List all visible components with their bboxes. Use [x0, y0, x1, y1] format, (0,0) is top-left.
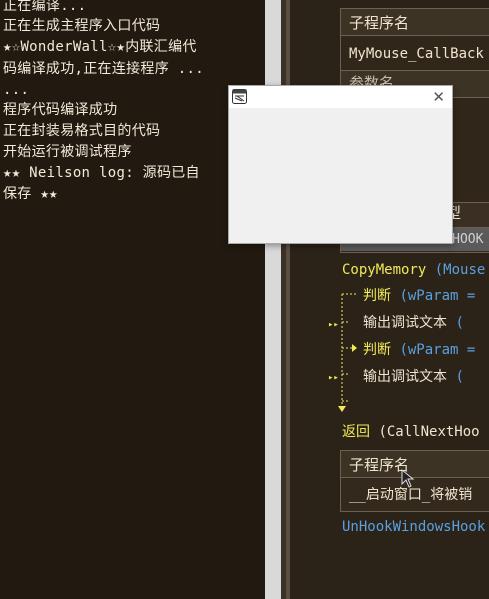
window-app-icon — [232, 89, 247, 104]
breakpoint-arrow-icon[interactable]: ▸▸ — [328, 369, 339, 387]
return-keyword: 返回 — [342, 424, 370, 440]
code-line-return[interactable]: 返回 (CallNextHoo — [342, 423, 480, 441]
output-line: 保存 ★★ — [3, 186, 58, 202]
function-name: CopyMemory — [342, 262, 427, 278]
output-line: ★★ Neilson log: 源码已自 — [3, 165, 200, 181]
output-line: 正在封装易格式目的代码 — [3, 123, 161, 139]
if-args: (wParam = — [399, 288, 476, 304]
output-line: 程序代码编译成功 — [3, 102, 118, 118]
code-line-debug-2[interactable]: 输出调试文本 ( — [363, 368, 464, 386]
if-keyword: 判断 — [363, 288, 391, 304]
debug-args: ( — [455, 315, 464, 331]
debug-call: 输出调试文本 — [363, 369, 447, 385]
code-line-if-1[interactable]: 判断 (wParam = — [363, 287, 475, 305]
close-icon[interactable]: ✕ — [432, 88, 445, 106]
debug-call: 输出调试文本 — [363, 315, 447, 331]
code-line-if-2[interactable]: 判断 (wParam = — [363, 341, 475, 359]
subroutine-name-header: 子程序名 — [349, 14, 410, 32]
output-line: ★☆WonderWall☆★内联汇编代 — [3, 39, 197, 55]
popup-titlebar[interactable]: ✕ — [229, 86, 452, 108]
code-line-unhook[interactable]: UnHookWindowsHook — [342, 518, 485, 536]
function-args: (Mouse — [434, 262, 486, 278]
subroutine-name-cell[interactable]: MyMouse_CallBack — [349, 44, 484, 64]
code-line-debug-1[interactable]: 输出调试文本 ( — [363, 314, 464, 332]
output-line: ... — [3, 82, 30, 98]
return-args: (CallNextHoo — [378, 424, 480, 440]
if-keyword: 判断 — [363, 342, 391, 358]
output-line: 码编译成功,正在连接程序 ... — [3, 61, 204, 77]
popup-window[interactable]: ✕ — [228, 85, 453, 244]
code-line-copymemory[interactable]: CopyMemory (Mouse — [342, 261, 485, 279]
output-line: 开始运行被调试程序 — [3, 144, 132, 160]
output-panel: 正在编译... 正在生成主程序入口代码 ★☆WonderWall☆★内联汇编代 … — [0, 0, 265, 599]
if-args: (wParam = — [399, 342, 476, 358]
debug-args: ( — [455, 369, 464, 385]
mouse-cursor-icon — [401, 468, 415, 488]
breakpoint-arrow-icon[interactable]: ▸▸ — [328, 316, 339, 334]
output-line: 正在编译... — [3, 0, 87, 14]
output-line: 正在生成主程序入口代码 — [3, 18, 161, 34]
flow-lines — [338, 293, 358, 412]
